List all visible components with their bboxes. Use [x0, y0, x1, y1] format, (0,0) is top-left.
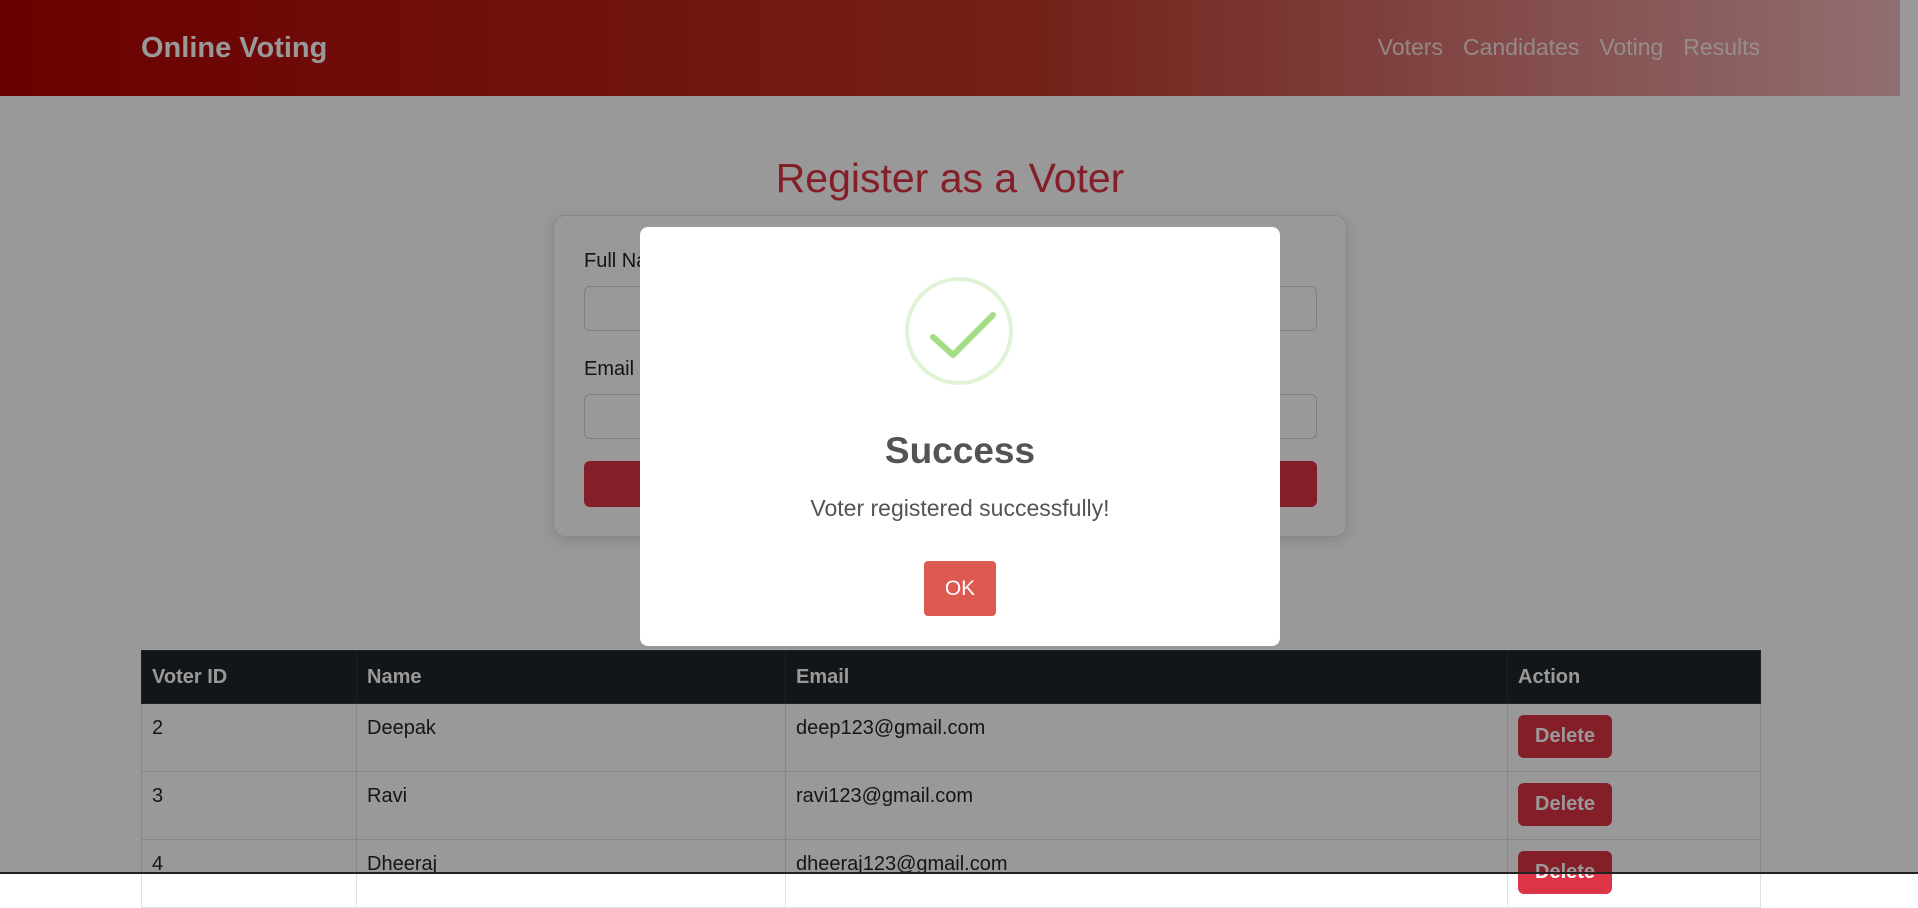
dialog-title: Success	[884, 430, 1036, 471]
success-dialog: Success Voter registered successfully! O…	[640, 227, 1280, 646]
check-icon	[905, 277, 1013, 385]
ok-button[interactable]: OK	[924, 561, 996, 616]
dialog-message: Voter registered successfully!	[810, 495, 1110, 521]
